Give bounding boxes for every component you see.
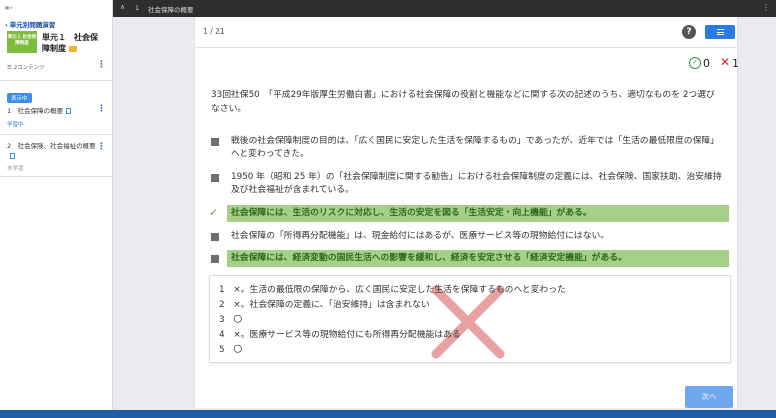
choice-5-text: 社会保障には、経済変動の国民生活への影響を緩和し、経済を安定させる「経済安定機能… xyxy=(231,253,627,263)
sidebar-item-1-label: 1 社会保障の概要 xyxy=(7,107,64,115)
sidebar-item-1[interactable]: 1 社会保障の概要 xyxy=(7,106,72,116)
explanation-5: 5 〇 xyxy=(219,345,243,355)
lesson-number: 1 xyxy=(135,4,140,12)
question-counter: 1 / 21 xyxy=(203,27,225,36)
more-menu-icon[interactable]: ⋮ xyxy=(762,3,770,12)
current-badge: 表示中 xyxy=(7,93,32,103)
sidebar-item-2-status: 未学習 xyxy=(7,166,24,172)
explanation-panel: 1 ×。生活の最低限の保障から、広く国民に安定した生活を保障するものへと変わった… xyxy=(209,275,731,363)
question-list-button[interactable] xyxy=(705,25,735,39)
choice-marker xyxy=(211,233,219,241)
next-button[interactable]: 次へ xyxy=(685,386,733,408)
question-text: 33回社保50 「平成29年版厚生労働白書」における社会保障の役割と機能などに関… xyxy=(211,90,715,114)
wrong-count: 1 xyxy=(732,57,739,70)
choice-2-text: 1950 年（昭和 25 年）の「社会保障制度に関する勧告」における社会保障制度… xyxy=(231,172,722,195)
explanation-3: 3 〇 xyxy=(219,315,243,325)
choice-4-text: 社会保障の「所得再分配機能」は、現金給付にはあるが、医療サービス等の現物給付には… xyxy=(231,231,610,241)
item-2-more-icon[interactable]: ⋮ xyxy=(97,142,106,152)
explanation-1: 1 ×。生活の最低限の保障から、広く国民に安定した生活を保障するものへと変わった xyxy=(219,285,566,295)
sidebar: ⇤ ‹ 単元別問題演習 単元１ 社会保障制度 単元１ 社会保障制度 ☰ 2コンテン… xyxy=(0,0,113,418)
question-header: 1 / 21 ? xyxy=(195,17,737,48)
lesson-title: 社会保障の概要 xyxy=(148,6,194,14)
explanation-2: 2 ×。社会保障の定義に、「治安維持」は含まれない xyxy=(219,300,430,310)
sidebar-item-2[interactable]: 2 社会保険、社会福祉の概要 xyxy=(7,141,103,161)
divider xyxy=(0,80,112,81)
chevron-left-icon: ‹ xyxy=(5,21,8,29)
correct-count: 0 xyxy=(703,57,710,70)
divider xyxy=(0,176,112,177)
back-to-course-link[interactable]: ‹ 単元別問題演習 xyxy=(5,19,55,29)
choice-3-text: 社会保障には、生活のリスクに対応し、生活の安定を図る「生活安定・向上機能」がある… xyxy=(231,208,592,218)
top-bar: ∧ 1 社会保障の概要 ⋮ xyxy=(113,0,776,17)
choice-marker xyxy=(211,138,219,146)
unit-thumbnail: 単元１ 社会保障制度 xyxy=(7,31,37,53)
wrong-count-icon: ✕ xyxy=(720,55,731,69)
chevron-up-icon[interactable]: ∧ xyxy=(120,3,125,11)
choice-marker xyxy=(211,255,219,263)
folder-icon xyxy=(69,45,77,52)
content-count-icon: ☰ xyxy=(7,65,12,71)
unit-title: 単元１ 社会保障制度 xyxy=(42,32,104,54)
document-icon xyxy=(10,153,15,159)
content-count: ☰ 2コンテンツ xyxy=(7,63,45,71)
question-card: 1 / 21 ? ✓ 0 ✕ 1 33回社保50 「平成29年版厚生労働白書」に… xyxy=(194,17,739,408)
help-button[interactable]: ? xyxy=(682,25,696,39)
choice-1-text: 戦後の社会保障制度の目的は、「広く国民に安定した生活を保障するもの」であったが、… xyxy=(231,136,719,159)
item-1-more-icon[interactable]: ⋮ xyxy=(97,104,106,114)
choice-marker xyxy=(211,174,219,182)
sidebar-item-2-label: 2 社会保険、社会福祉の概要 xyxy=(7,142,96,150)
correct-count-icon: ✓ xyxy=(689,57,701,69)
checkmark-icon: ✓ xyxy=(209,206,219,219)
sidebar-item-1-status: 学習中 xyxy=(7,122,24,128)
content-count-text: 2コンテンツ xyxy=(13,65,45,71)
divider xyxy=(0,134,112,135)
list-icon xyxy=(717,29,724,35)
document-icon xyxy=(66,108,72,114)
collapse-sidebar-icon[interactable]: ⇤ xyxy=(5,3,13,14)
explanation-4: 4 ×。医療サービス等の現物給付にも所得再分配機能はある xyxy=(219,330,461,340)
taskbar xyxy=(0,410,776,418)
back-label: 単元別問題演習 xyxy=(9,21,56,29)
unit-more-icon[interactable]: ⋮ xyxy=(97,60,106,70)
